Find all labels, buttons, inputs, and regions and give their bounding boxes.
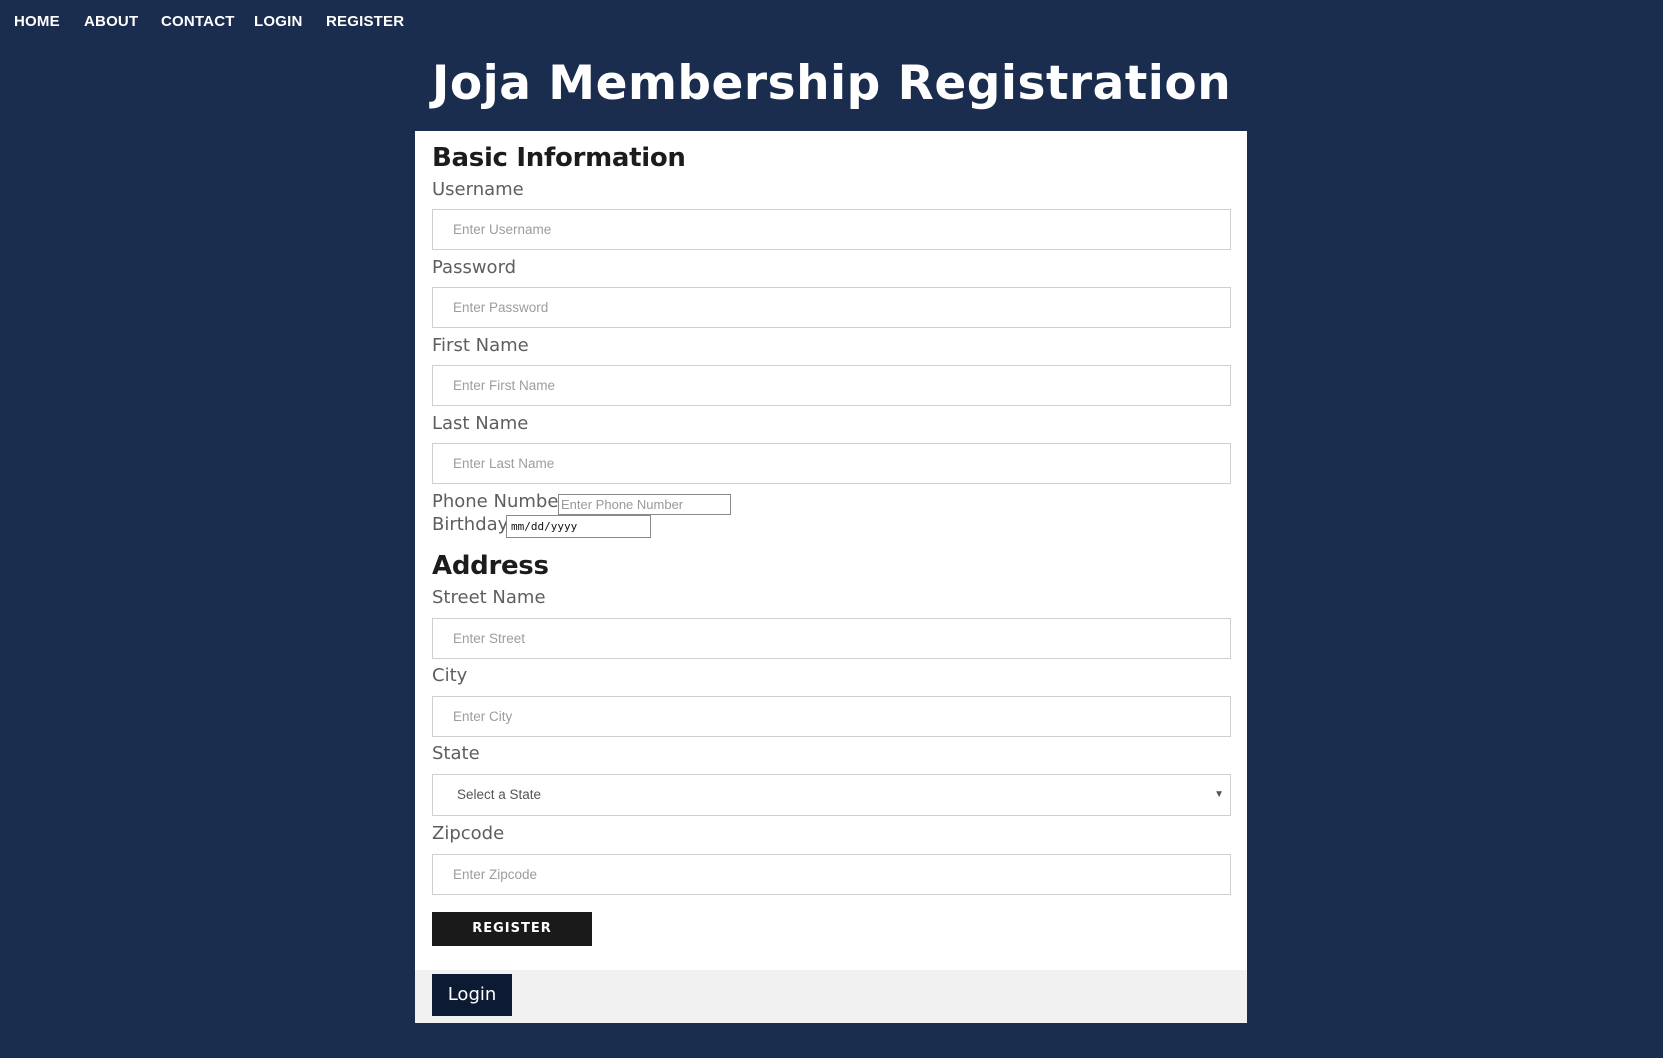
nav-contact-link[interactable]: CONTACT	[161, 13, 235, 30]
zipcode-input[interactable]	[432, 854, 1231, 895]
register-button[interactable]: REGISTER	[432, 912, 592, 946]
last-name-label: Last Name	[432, 413, 529, 434]
chevron-down-icon: ▼	[1214, 789, 1224, 800]
address-heading: Address	[432, 551, 549, 581]
phone-label: Phone Number	[432, 491, 566, 512]
state-select[interactable]: Select a State ▼	[432, 774, 1231, 816]
first-name-label: First Name	[432, 335, 529, 356]
zipcode-label: Zipcode	[432, 823, 505, 844]
nav-register-link[interactable]: REGISTER	[326, 13, 404, 30]
street-input[interactable]	[432, 618, 1231, 659]
phone-input[interactable]	[558, 494, 731, 515]
nav-login-link[interactable]: LOGIN	[254, 13, 303, 30]
city-label: City	[432, 665, 468, 686]
password-label: Password	[432, 257, 517, 278]
registration-form: Basic Information Username Password Firs…	[415, 131, 1247, 1023]
birthday-label: Birthday	[432, 514, 509, 535]
nav-home-link[interactable]: HOME	[14, 13, 60, 30]
username-input[interactable]	[432, 209, 1231, 250]
street-label: Street Name	[432, 587, 546, 608]
city-input[interactable]	[432, 696, 1231, 737]
top-nav: HOME ABOUT CONTACT LOGIN REGISTER	[0, 0, 1663, 44]
basic-info-heading: Basic Information	[432, 143, 686, 173]
last-name-input[interactable]	[432, 443, 1231, 484]
password-input[interactable]	[432, 287, 1231, 328]
state-label: State	[432, 743, 480, 764]
birthday-date-input[interactable]: mm/dd/yyyy	[506, 515, 651, 538]
form-footer	[415, 970, 1247, 1023]
state-select-value: Select a State	[457, 787, 542, 802]
page-title: Joja Membership Registration	[431, 56, 1232, 111]
login-button[interactable]: Login	[432, 974, 512, 1016]
nav-about-link[interactable]: ABOUT	[84, 13, 138, 30]
first-name-input[interactable]	[432, 365, 1231, 406]
username-label: Username	[432, 179, 524, 200]
